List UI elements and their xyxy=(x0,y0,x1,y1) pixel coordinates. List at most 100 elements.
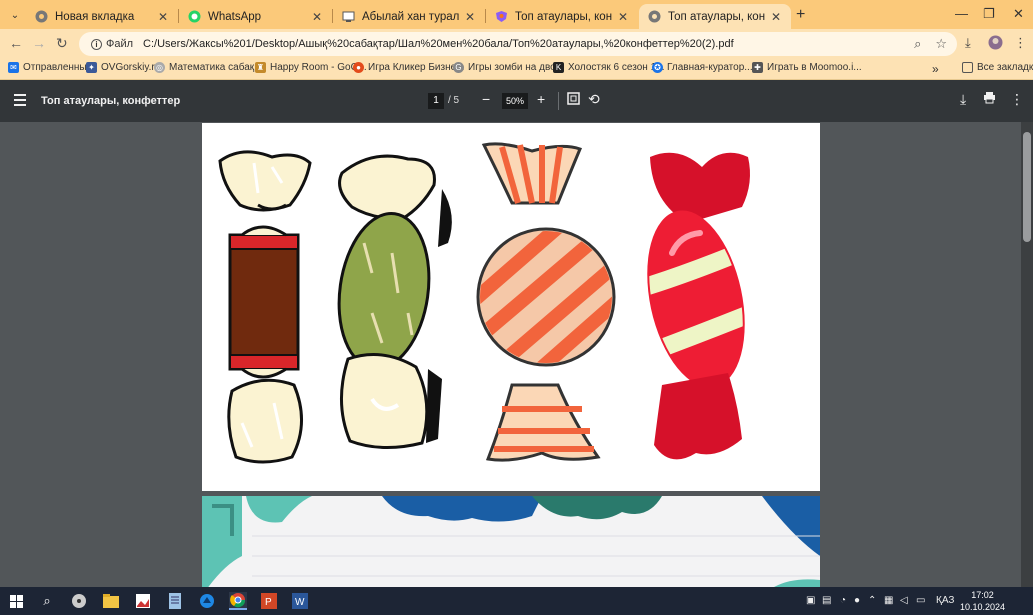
site-info-chip[interactable]: i Файл xyxy=(85,35,139,53)
tab-new-tab[interactable]: Новая вкладка ✕ xyxy=(26,4,178,29)
pdf-toolbar: Топ атаулары, конфеттер 1 / 5 − 50% + ⟲ … xyxy=(0,80,1033,122)
close-icon[interactable]: ✕ xyxy=(463,10,477,24)
globe-icon: ◎ xyxy=(154,62,165,73)
back-button[interactable]: ← xyxy=(9,35,23,51)
tab-top-ataulary-active[interactable]: Топ атаулары, конфеттер ✕ xyxy=(639,4,791,29)
tab-strip: ⌄ Новая вкладка ✕ WhatsApp ✕ Абылай хан … xyxy=(0,0,1033,29)
tab-whatsapp[interactable]: WhatsApp ✕ xyxy=(179,4,332,29)
bookmark-item[interactable]: ✉ Отправленные xyxy=(8,62,92,73)
speaker-icon[interactable]: ◁ xyxy=(900,595,908,606)
google-icon: G xyxy=(453,62,464,73)
bookmark-item[interactable]: ♜ Happy Room - GoG... xyxy=(255,62,367,73)
bookmark-item[interactable]: ● Игра Кликер Бизне... xyxy=(353,62,465,73)
page-number-input[interactable]: 1 xyxy=(428,93,444,109)
pdf-document-area[interactable] xyxy=(0,122,1033,587)
rotate-icon[interactable]: ⟲ xyxy=(588,91,600,108)
site-icon: ✦ xyxy=(86,62,97,73)
forward-button[interactable]: → xyxy=(32,35,46,51)
zoom-out-icon[interactable]: − xyxy=(482,91,490,107)
chrome-taskbar-icon[interactable] xyxy=(229,592,247,610)
zoom-in-icon[interactable]: + xyxy=(537,91,545,107)
profile-avatar[interactable] xyxy=(988,35,1003,53)
clock[interactable]: 17:02 10.10.2024 xyxy=(960,589,1005,613)
whatsapp-icon xyxy=(187,10,201,24)
tray-arrow-icon[interactable]: ⌃ xyxy=(868,595,876,606)
tab-search-button[interactable]: ⌄ xyxy=(5,5,25,25)
tray-app-icon[interactable]: ▣ xyxy=(806,595,815,606)
close-icon[interactable]: ✕ xyxy=(156,10,170,24)
game-icon: ♜ xyxy=(255,62,266,73)
bookmarks-bar: ✉ Отправленные ✦ OVGorskiy.ru ◎ Математи… xyxy=(0,58,1033,80)
print-icon[interactable] xyxy=(983,91,996,107)
bookmark-item[interactable]: K Холостяк 6 сезон 1... xyxy=(553,62,664,73)
page-2-background-art xyxy=(202,496,820,587)
bookmark-star-icon[interactable]: ☆ xyxy=(935,36,947,52)
download-icon[interactable]: ⤓ xyxy=(965,35,971,51)
language-indicator[interactable]: ҚАЗ xyxy=(936,595,954,606)
yandex-games-icon: ● xyxy=(353,62,364,73)
pdf-page-1 xyxy=(202,123,820,491)
pdf-page-2 xyxy=(202,496,820,587)
browser-toolbar: ← → ↻ i Файл C:/Users/Жаксы%201/Desktop/… xyxy=(0,29,1033,58)
bookmark-item[interactable]: G Игры зомби на дво... xyxy=(453,62,564,73)
windows-taskbar: ⌕ P W ▣ ▤ ◔ ● ⌃ ▦ ◁ ▭ ҚАЗ 17:02 10.10.20… xyxy=(0,587,1033,615)
tab-abylai-khan[interactable]: Абылай хан туралы мәлімет ✕ xyxy=(333,4,485,29)
new-tab-button[interactable]: + xyxy=(796,6,805,24)
windows-start-icon[interactable] xyxy=(7,592,25,610)
shield-icon xyxy=(494,10,508,24)
vertical-scrollbar[interactable] xyxy=(1021,122,1033,587)
zoom-icon[interactable]: ⌕ xyxy=(914,36,921,52)
fit-page-icon[interactable] xyxy=(567,92,580,108)
reload-button[interactable]: ↻ xyxy=(56,35,68,52)
candy-brown-icon xyxy=(218,150,312,464)
bookmark-item[interactable]: ✦ OVGorskiy.ru xyxy=(86,62,160,73)
location-icon[interactable]: ● xyxy=(854,595,860,606)
tray-app-icon[interactable]: ▤ xyxy=(822,595,831,606)
app-icon[interactable] xyxy=(198,592,216,610)
toolbar-divider xyxy=(558,92,559,110)
svg-text:P: P xyxy=(265,597,272,608)
folder-icon xyxy=(962,62,973,73)
notepad-icon[interactable] xyxy=(166,592,184,610)
menu-kebab-icon[interactable]: ⋮ xyxy=(1014,35,1027,51)
download-icon[interactable]: ⤓ xyxy=(960,91,966,108)
close-icon[interactable]: ✕ xyxy=(616,10,630,24)
bookmark-item[interactable]: ✪ Главная-куратор... xyxy=(652,62,753,73)
restore-button[interactable]: ❐ xyxy=(983,6,995,22)
mail-icon: ✉ xyxy=(8,62,19,73)
close-icon[interactable]: ✕ xyxy=(769,10,783,24)
minimize-button[interactable]: — xyxy=(955,6,968,21)
chevron-down-icon: ⌄ xyxy=(10,9,20,21)
all-bookmarks-button[interactable]: Все закладки xyxy=(962,62,1033,73)
network-icon[interactable]: ▭ xyxy=(916,595,925,606)
more-bookmarks-button[interactable]: » xyxy=(932,62,939,76)
candy-illustration xyxy=(218,142,758,464)
powerpoint-icon[interactable]: P xyxy=(260,592,278,610)
game-controller-icon: ✚ xyxy=(752,62,763,73)
word-icon[interactable]: W xyxy=(291,592,309,610)
wifi-icon[interactable]: ◔ xyxy=(840,595,846,606)
chrome-icon xyxy=(647,10,661,24)
pdf-title: Топ атаулары, конфеттер xyxy=(41,95,181,107)
candy-striped-orange-icon xyxy=(476,142,616,462)
bookmark-item[interactable]: ◎ Математика сабақ... xyxy=(154,62,262,73)
zoom-input[interactable]: 50% xyxy=(502,93,528,109)
candy-red-cream-icon xyxy=(634,152,758,460)
more-actions-icon[interactable]: ⋮ xyxy=(1010,91,1024,108)
search-icon[interactable]: ⌕ xyxy=(38,592,56,610)
file-explorer-icon[interactable] xyxy=(102,592,120,610)
image-viewer-icon[interactable] xyxy=(134,592,152,610)
kinopoisk-icon: K xyxy=(553,62,564,73)
bookmark-item[interactable]: ✚ Играть в Moomoo.i... xyxy=(752,62,862,73)
svg-text:W: W xyxy=(295,597,305,608)
address-bar[interactable]: i Файл C:/Users/Жаксы%201/Desktop/Ашық%2… xyxy=(79,32,957,56)
tab-top-ataulary-p[interactable]: Топ атаулары, конфеттер — П ✕ xyxy=(486,4,638,29)
close-icon[interactable]: ✕ xyxy=(310,10,324,24)
media-player-icon[interactable] xyxy=(70,592,88,610)
tray-app-icon[interactable]: ▦ xyxy=(884,595,893,606)
close-window-button[interactable]: ✕ xyxy=(1013,6,1024,22)
menu-icon[interactable] xyxy=(14,94,26,106)
scrollbar-thumb[interactable] xyxy=(1023,132,1031,242)
page-total: / 5 xyxy=(448,95,460,106)
url-text[interactable]: C:/Users/Жаксы%201/Desktop/Ашық%20сабақт… xyxy=(143,38,734,50)
